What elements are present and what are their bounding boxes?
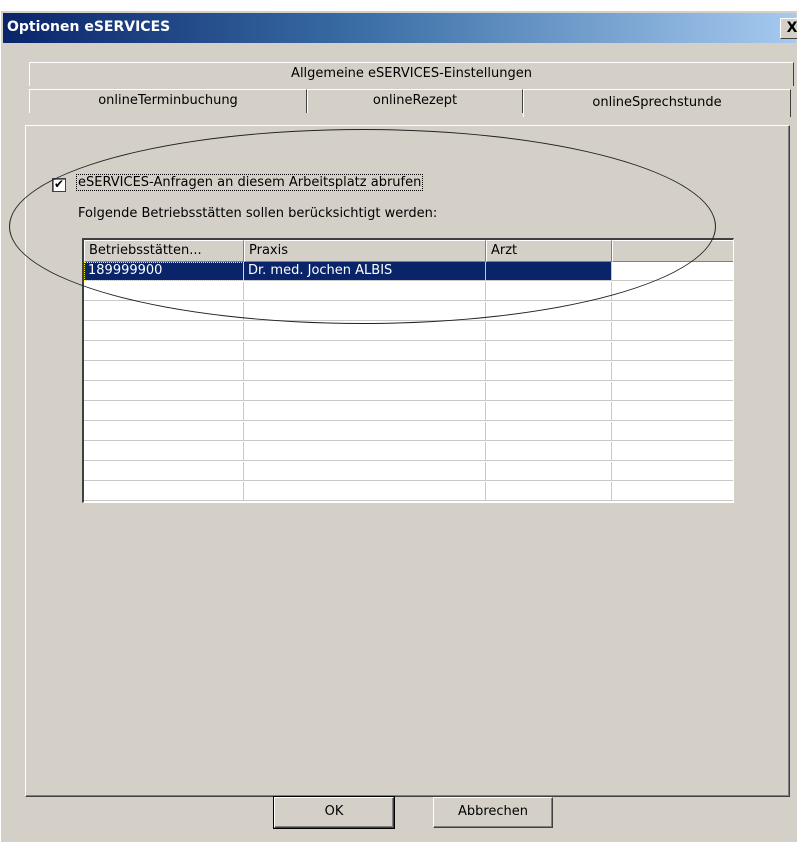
table-cell bbox=[244, 282, 486, 301]
table-cell bbox=[486, 482, 612, 501]
tab-online-rezept[interactable]: onlineRezept bbox=[307, 89, 523, 113]
table-cell bbox=[244, 342, 486, 361]
table-cell bbox=[612, 322, 733, 341]
close-button[interactable]: X bbox=[780, 18, 797, 39]
table-cell bbox=[244, 442, 486, 461]
column-header-arzt[interactable]: Arzt bbox=[486, 240, 612, 262]
table-cell bbox=[244, 462, 486, 481]
table-cell bbox=[244, 302, 486, 321]
table-row[interactable] bbox=[84, 462, 733, 481]
table-cell bbox=[486, 302, 612, 321]
cancel-button-label: Abbrechen bbox=[457, 804, 529, 819]
locations-grid[interactable]: Betriebsstätten... Praxis Arzt 189999900… bbox=[82, 238, 734, 503]
tab-label: Allgemeine eSERVICES-Einstellungen bbox=[291, 66, 532, 81]
table-cell bbox=[612, 402, 733, 421]
ok-button-label: OK bbox=[324, 804, 344, 819]
table-row[interactable] bbox=[84, 302, 733, 321]
table-cell bbox=[244, 382, 486, 401]
table-cell bbox=[612, 462, 733, 481]
table-cell bbox=[84, 462, 244, 481]
tab-panel-online-sprechstunde: ✔ eSERVICES-Anfragen an diesem Arbeitspl… bbox=[25, 125, 790, 797]
column-header-betriebsstaette[interactable]: Betriebsstätten... bbox=[84, 240, 244, 262]
table-row[interactable]: 189999900 Dr. med. Jochen ALBIS bbox=[84, 262, 733, 281]
fetch-requests-checkbox[interactable]: ✔ bbox=[52, 178, 66, 192]
table-cell bbox=[612, 422, 733, 441]
table-cell bbox=[612, 262, 733, 281]
column-header-empty bbox=[612, 240, 733, 262]
title-bar[interactable]: Optionen eSERVICES X bbox=[3, 13, 797, 43]
table-cell bbox=[486, 422, 612, 441]
table-cell bbox=[84, 282, 244, 301]
fetch-requests-label[interactable]: eSERVICES-Anfragen an diesem Arbeitsplat… bbox=[76, 174, 424, 191]
table-cell bbox=[486, 362, 612, 381]
table-row[interactable] bbox=[84, 482, 733, 501]
options-dialog: Optionen eSERVICES X Allgemeine eSERVICE… bbox=[0, 10, 797, 842]
table-cell bbox=[84, 442, 244, 461]
table-cell bbox=[486, 462, 612, 481]
table-row[interactable] bbox=[84, 382, 733, 401]
tab-label: onlineSprechstunde bbox=[592, 95, 722, 110]
table-cell bbox=[612, 362, 733, 381]
table-cell bbox=[84, 322, 244, 341]
table-cell bbox=[486, 442, 612, 461]
tab-allgemeine-einstellungen[interactable]: Allgemeine eSERVICES-Einstellungen bbox=[29, 62, 794, 86]
table-cell bbox=[612, 382, 733, 401]
table-cell bbox=[244, 322, 486, 341]
table-cell bbox=[612, 482, 733, 501]
table-cell bbox=[84, 302, 244, 321]
table-row[interactable] bbox=[84, 402, 733, 421]
table-row[interactable] bbox=[84, 362, 733, 381]
table-cell: 189999900 bbox=[84, 262, 244, 281]
table-cell bbox=[84, 422, 244, 441]
table-cell bbox=[244, 402, 486, 421]
table-cell bbox=[486, 342, 612, 361]
tab-label: onlineRezept bbox=[372, 93, 458, 108]
table-cell bbox=[84, 482, 244, 501]
table-cell bbox=[486, 402, 612, 421]
table-cell bbox=[244, 362, 486, 381]
table-cell bbox=[486, 322, 612, 341]
table-row[interactable] bbox=[84, 282, 733, 301]
table-cell bbox=[84, 382, 244, 401]
grid-header: Betriebsstätten... Praxis Arzt bbox=[84, 240, 733, 262]
table-cell bbox=[84, 402, 244, 421]
table-cell bbox=[612, 342, 733, 361]
tab-online-terminbuchung[interactable]: onlineTerminbuchung bbox=[29, 89, 307, 113]
table-cell bbox=[612, 302, 733, 321]
table-cell bbox=[84, 362, 244, 381]
close-icon: X bbox=[786, 20, 797, 36]
table-cell bbox=[84, 342, 244, 361]
table-cell bbox=[612, 442, 733, 461]
table-cell bbox=[244, 422, 486, 441]
checkmark-icon: ✔ bbox=[53, 177, 65, 191]
locations-label: Folgende Betriebsstätten sollen berücksi… bbox=[78, 206, 438, 221]
table-row[interactable] bbox=[84, 342, 733, 361]
table-cell bbox=[486, 282, 612, 301]
dialog-title: Optionen eSERVICES bbox=[7, 19, 171, 35]
column-header-praxis[interactable]: Praxis bbox=[244, 240, 486, 262]
tab-label: onlineTerminbuchung bbox=[98, 93, 238, 108]
table-row[interactable] bbox=[84, 422, 733, 441]
tab-online-sprechstunde[interactable]: onlineSprechstunde bbox=[523, 89, 791, 117]
cancel-button[interactable]: Abbrechen bbox=[433, 797, 553, 828]
table-cell bbox=[486, 262, 612, 281]
table-row[interactable] bbox=[84, 442, 733, 461]
table-row[interactable] bbox=[84, 322, 733, 341]
ok-button[interactable]: OK bbox=[273, 796, 395, 829]
table-cell bbox=[612, 282, 733, 301]
table-cell bbox=[486, 382, 612, 401]
table-cell: Dr. med. Jochen ALBIS bbox=[244, 262, 486, 281]
table-cell bbox=[244, 482, 486, 501]
